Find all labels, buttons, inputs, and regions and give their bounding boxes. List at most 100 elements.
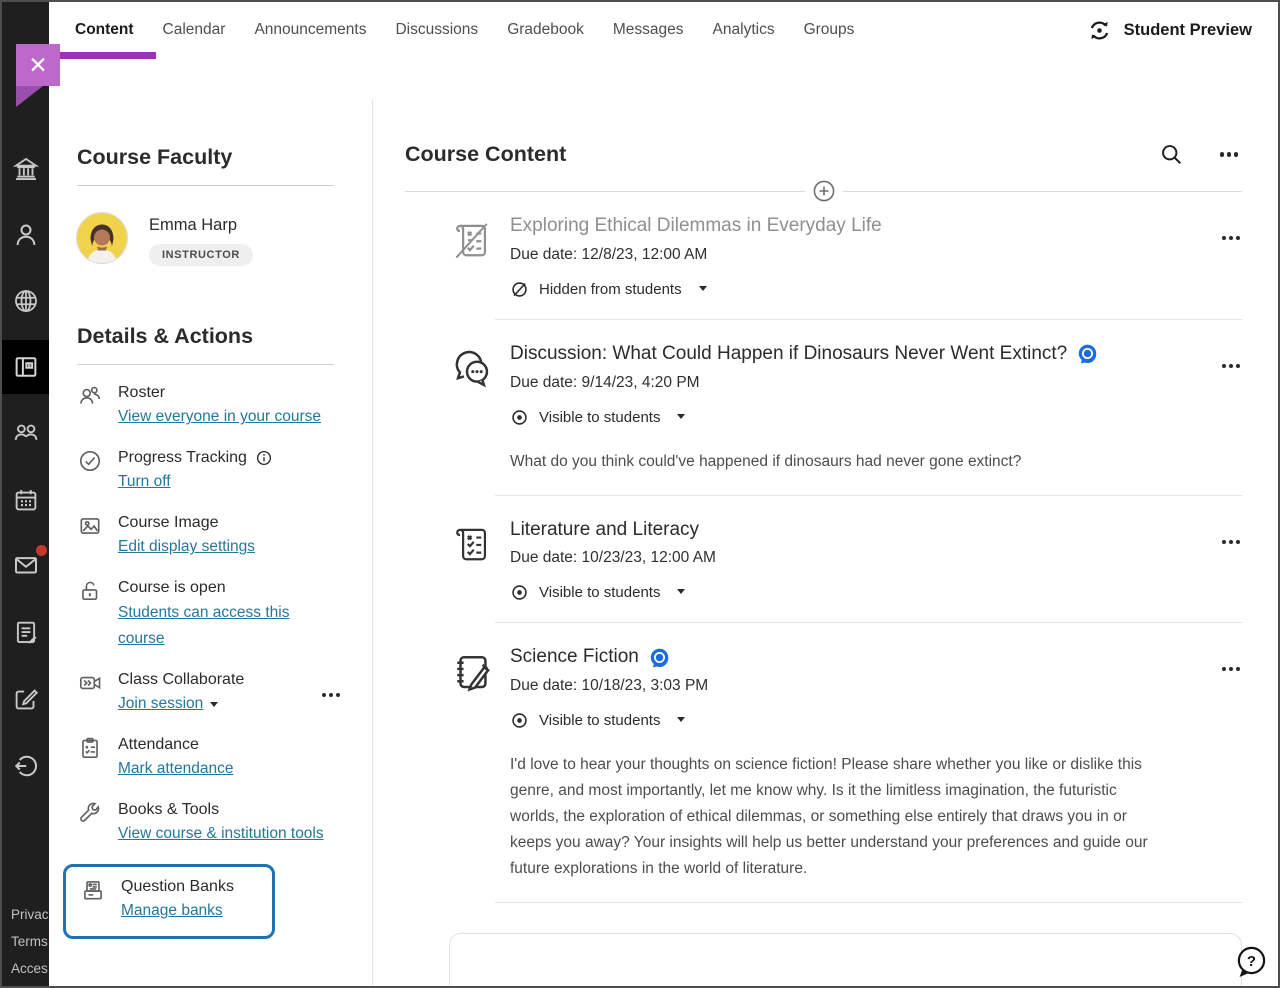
course-open-title: Course is open bbox=[118, 577, 334, 599]
due-date: Due date: 12/8/23, 12:00 AM bbox=[510, 246, 882, 264]
roster-icon bbox=[77, 382, 103, 431]
content-item-ethical-dilemmas: Exploring Ethical Dilemmas in Everyday L… bbox=[449, 192, 1242, 319]
info-icon[interactable] bbox=[255, 449, 273, 467]
globe-icon[interactable] bbox=[2, 274, 49, 328]
active-tab-underline bbox=[60, 52, 156, 59]
instructor-badge: INSTRUCTOR bbox=[149, 244, 253, 266]
course-content-header: Course Content bbox=[405, 142, 1242, 167]
details-item-books-tools: Books & Tools View course & institution … bbox=[77, 799, 334, 848]
visibility-dropdown[interactable]: Visible to students bbox=[510, 711, 1158, 730]
faculty-card: Emma Harp INSTRUCTOR bbox=[77, 213, 334, 266]
content-item-list: Exploring Ethical Dilemmas in Everyday L… bbox=[449, 192, 1242, 986]
faculty-name: Emma Harp bbox=[149, 216, 253, 235]
test-hidden-icon bbox=[449, 214, 493, 299]
help-icon: ? bbox=[1233, 944, 1269, 980]
content-item-title[interactable]: Discussion: What Could Happen if Dinosau… bbox=[510, 342, 1067, 366]
join-session-link[interactable]: Join session bbox=[118, 695, 203, 712]
content-item-dinosaur-discussion: Discussion: What Could Happen if Dinosau… bbox=[449, 320, 1242, 495]
attendance-clipboard-icon bbox=[77, 734, 103, 783]
item-menu-button[interactable] bbox=[1222, 540, 1240, 544]
content-item-title[interactable]: Exploring Ethical Dilemmas in Everyday L… bbox=[510, 214, 882, 238]
details-item-question-banks: Question Banks Manage banks bbox=[80, 876, 258, 925]
chevron-down-icon bbox=[210, 702, 218, 707]
edit-display-settings-link[interactable]: Edit display settings bbox=[118, 538, 255, 555]
visibility-dropdown[interactable]: Visible to students bbox=[510, 583, 716, 602]
item-menu-button[interactable] bbox=[1222, 364, 1240, 368]
tab-announcements[interactable]: Announcements bbox=[254, 21, 366, 39]
ellipsis-icon bbox=[322, 693, 326, 697]
tab-discussions[interactable]: Discussions bbox=[395, 21, 478, 39]
item-menu-button[interactable] bbox=[1222, 667, 1240, 671]
privacy-link[interactable]: Privacy bbox=[11, 901, 48, 928]
compose-icon-rail[interactable] bbox=[2, 672, 49, 726]
visibility-dropdown[interactable]: Hidden from students bbox=[510, 280, 882, 299]
students-access-link[interactable]: Students can access this course bbox=[118, 604, 289, 648]
details-item-course-open: Course is open Students can access this … bbox=[77, 577, 334, 653]
chevron-down-icon bbox=[677, 589, 685, 594]
accessibility-link[interactable]: Accessibility bbox=[11, 955, 48, 982]
tab-groups[interactable]: Groups bbox=[804, 21, 855, 39]
messages-icon-rail[interactable] bbox=[2, 538, 49, 592]
collaborate-camera-icon bbox=[77, 669, 103, 718]
visibility-dropdown[interactable]: Visible to students bbox=[510, 408, 1098, 427]
institution-icon bbox=[11, 154, 41, 184]
content-menu-button[interactable] bbox=[1220, 152, 1238, 156]
eye-slash-icon bbox=[510, 280, 529, 299]
discussion-icon bbox=[449, 342, 493, 475]
tab-gradebook[interactable]: Gradebook bbox=[507, 21, 584, 39]
tab-messages[interactable]: Messages bbox=[613, 21, 684, 39]
sign-out-icon-rail[interactable] bbox=[2, 739, 49, 793]
visibility-label: Visible to students bbox=[539, 584, 660, 601]
institution-icon[interactable] bbox=[2, 142, 49, 196]
help-button[interactable]: ? bbox=[1233, 944, 1269, 980]
student-preview-icon bbox=[1086, 17, 1113, 44]
content-item-literature-literacy: Literature and Literacy Due date: 10/23/… bbox=[449, 496, 1242, 623]
turn-off-link[interactable]: Turn off bbox=[118, 473, 171, 490]
page-title: Course Content bbox=[405, 142, 566, 167]
details-item-class-collaborate: Class Collaborate Join session bbox=[77, 669, 334, 718]
journal-icon bbox=[449, 645, 493, 882]
tab-calendar[interactable]: Calendar bbox=[163, 21, 226, 39]
svg-text:?: ? bbox=[1247, 953, 1256, 970]
course-page: Privacy Terms Accessibility Content Cale… bbox=[0, 0, 1280, 988]
grades-icon bbox=[11, 617, 41, 647]
manage-banks-link[interactable]: Manage banks bbox=[121, 902, 223, 919]
student-preview-button[interactable]: Student Preview bbox=[1086, 17, 1252, 44]
course-content-panel: Course Content bbox=[373, 100, 1278, 986]
lock-open-icon bbox=[77, 577, 103, 653]
wrench-icon bbox=[77, 799, 103, 848]
content-item-title[interactable]: Literature and Literacy bbox=[510, 518, 716, 542]
mail-icon bbox=[11, 550, 41, 580]
item-description: I'd love to hear your thoughts on scienc… bbox=[510, 752, 1158, 882]
chevron-down-icon bbox=[677, 717, 685, 722]
app-rail: Privacy Terms Accessibility bbox=[2, 2, 49, 986]
rail-footer: Privacy Terms Accessibility bbox=[11, 901, 48, 982]
search-icon[interactable] bbox=[1159, 142, 1184, 167]
item-menu-button[interactable] bbox=[1222, 236, 1240, 240]
collaborate-menu-button[interactable] bbox=[322, 693, 340, 697]
tab-analytics[interactable]: Analytics bbox=[713, 21, 775, 39]
close-preview-button[interactable]: ✕ bbox=[16, 44, 60, 86]
progress-check-icon bbox=[77, 447, 103, 496]
chevron-down-icon bbox=[677, 414, 685, 419]
mark-attendance-link[interactable]: Mark attendance bbox=[118, 760, 233, 777]
conversation-badge-icon bbox=[1077, 343, 1098, 364]
conversation-badge-icon bbox=[649, 647, 670, 668]
view-everyone-link[interactable]: View everyone in your course bbox=[118, 408, 321, 425]
view-tools-link[interactable]: View course & institution tools bbox=[118, 825, 324, 842]
tab-content[interactable]: Content bbox=[75, 21, 134, 39]
groups-icon-rail[interactable] bbox=[2, 406, 49, 460]
gradebook-icon-rail[interactable] bbox=[2, 605, 49, 659]
visibility-label: Visible to students bbox=[539, 409, 660, 426]
visibility-label: Visible to students bbox=[539, 712, 660, 729]
calendar-icon-rail[interactable] bbox=[2, 473, 49, 527]
content-item-title[interactable]: Science Fiction bbox=[510, 645, 639, 669]
calendar-icon bbox=[11, 485, 41, 515]
profile-icon[interactable] bbox=[2, 208, 49, 262]
terms-link[interactable]: Terms bbox=[11, 928, 48, 955]
due-date: Due date: 9/14/23, 4:20 PM bbox=[510, 374, 1098, 392]
groups-icon bbox=[11, 418, 41, 448]
avatar bbox=[77, 213, 127, 263]
rail-courses-active[interactable] bbox=[2, 340, 49, 394]
course-top-nav: Content Calendar Announcements Discussio… bbox=[49, 2, 1278, 58]
